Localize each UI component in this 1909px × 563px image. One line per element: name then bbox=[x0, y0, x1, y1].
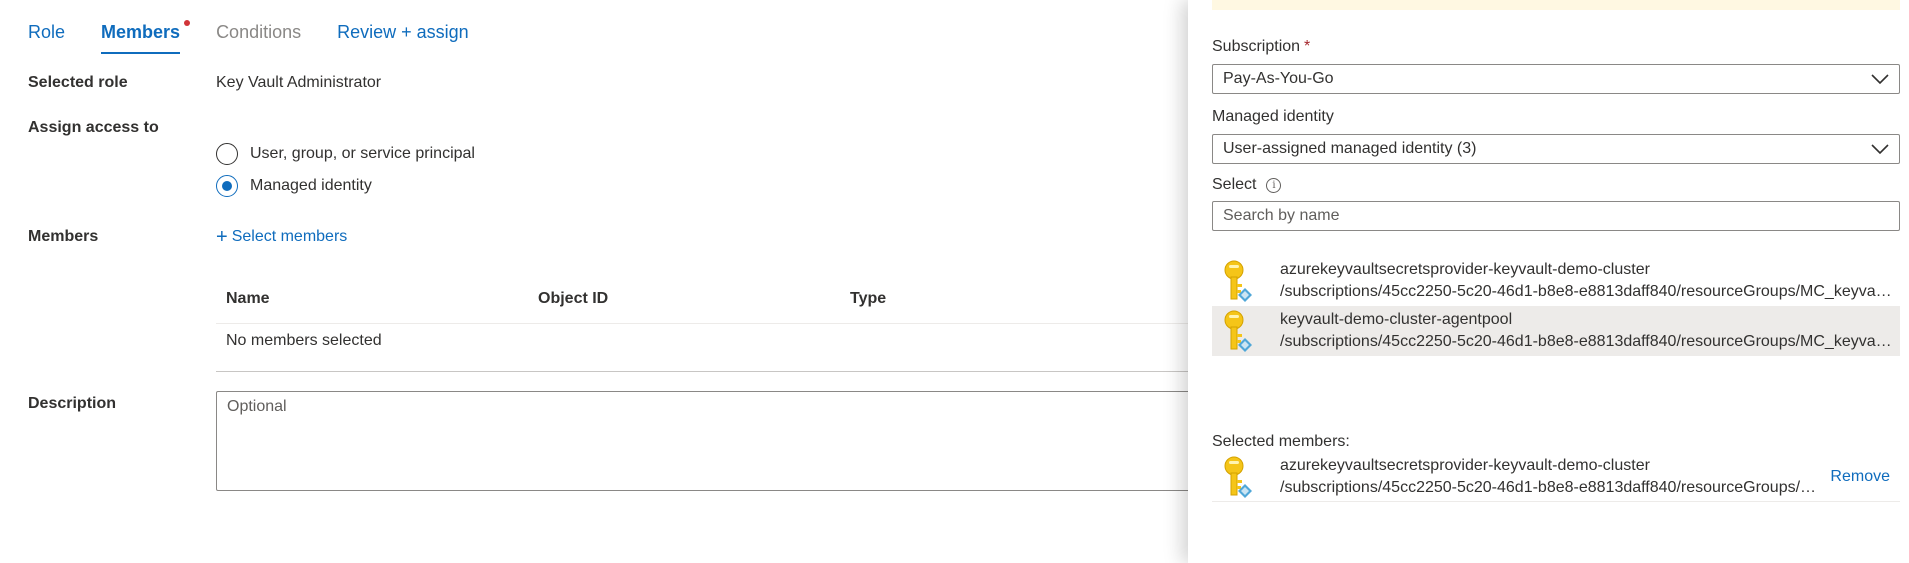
description-textarea[interactable]: Optional bbox=[216, 391, 1216, 491]
selected-member-path: /subscriptions/45cc2250-5c20-46d1-b8e8-e… bbox=[1280, 479, 1825, 496]
remove-button[interactable]: Remove bbox=[1830, 468, 1890, 486]
selected-role-label: Selected role bbox=[28, 74, 128, 91]
info-banner bbox=[1212, 0, 1900, 10]
selected-member-item: azurekeyvaultsecretsprovider-keyvault-de… bbox=[1212, 452, 1900, 502]
error-dot-icon bbox=[184, 20, 191, 26]
select-label: Select i bbox=[1212, 176, 1282, 194]
radio-unchecked-icon[interactable] bbox=[216, 143, 238, 165]
tab-members[interactable]: Members bbox=[101, 18, 191, 54]
radio-checked-icon[interactable] bbox=[216, 175, 238, 197]
managed-identity-key-icon bbox=[1224, 456, 1252, 498]
search-input[interactable] bbox=[1212, 201, 1900, 231]
column-type: Type bbox=[850, 290, 887, 307]
managed-identity-dropdown[interactable]: User-assigned managed identity (3) bbox=[1212, 134, 1900, 164]
managed-identity-key-icon bbox=[1224, 310, 1252, 352]
select-managed-identities-panel: Subscription * Pay-As-You-Go Managed ide… bbox=[1188, 0, 1909, 563]
members-table-header: Name Object ID Type bbox=[216, 290, 1216, 324]
managed-identity-label: Managed identity bbox=[1212, 108, 1334, 125]
identity-name: keyvault-demo-cluster-agentpool bbox=[1280, 311, 1513, 328]
managed-identity-key-icon bbox=[1224, 260, 1252, 302]
column-name: Name bbox=[226, 290, 270, 307]
chevron-down-icon bbox=[1871, 144, 1889, 155]
select-label-text: Select bbox=[1212, 176, 1257, 193]
subscription-value: Pay-As-You-Go bbox=[1223, 70, 1334, 87]
identity-path: /subscriptions/45cc2250-5c20-46d1-b8e8-e… bbox=[1280, 283, 1892, 300]
table-row: No members selected bbox=[216, 324, 1216, 372]
tab-review-assign[interactable]: Review + assign bbox=[337, 18, 469, 54]
tab-conditions[interactable]: Conditions bbox=[216, 18, 301, 54]
identity-name: azurekeyvaultsecretsprovider-keyvault-de… bbox=[1280, 261, 1650, 278]
selected-member-name: azurekeyvaultsecretsprovider-keyvault-de… bbox=[1280, 457, 1650, 474]
chevron-down-icon bbox=[1871, 74, 1889, 85]
radio-managed-identity-label: Managed identity bbox=[250, 177, 372, 194]
radio-managed-identity[interactable]: Managed identity bbox=[216, 175, 372, 197]
assign-access-label: Assign access to bbox=[28, 119, 159, 136]
subscription-label-text: Subscription bbox=[1212, 38, 1301, 55]
list-item-identity[interactable]: azurekeyvaultsecretsprovider-keyvault-de… bbox=[1212, 256, 1900, 306]
radio-user-group-principal-label: User, group, or service principal bbox=[250, 145, 475, 162]
plus-icon: + bbox=[216, 226, 228, 248]
subscription-label: Subscription * bbox=[1212, 38, 1310, 56]
wizard-tabs: Role Members Conditions Review + assign bbox=[28, 18, 505, 56]
select-members-label: Select members bbox=[231, 228, 348, 245]
managed-identity-value: User-assigned managed identity (3) bbox=[1223, 140, 1477, 157]
tab-role[interactable]: Role bbox=[28, 18, 65, 54]
selected-role-value: Key Vault Administrator bbox=[216, 74, 382, 91]
info-icon[interactable]: i bbox=[1266, 177, 1282, 193]
list-item-identity[interactable]: keyvault-demo-cluster-agentpool /subscri… bbox=[1212, 306, 1900, 356]
tab-members-label: Members bbox=[101, 22, 181, 42]
select-members-link[interactable]: + Select members bbox=[216, 226, 348, 248]
identity-path: /subscriptions/45cc2250-5c20-46d1-b8e8-e… bbox=[1280, 333, 1892, 350]
radio-user-group-principal[interactable]: User, group, or service principal bbox=[216, 143, 475, 165]
selected-members-label: Selected members: bbox=[1212, 433, 1350, 450]
column-object-id: Object ID bbox=[538, 290, 609, 307]
empty-table-message: No members selected bbox=[226, 332, 382, 349]
required-marker: * bbox=[1304, 38, 1311, 55]
subscription-dropdown[interactable]: Pay-As-You-Go bbox=[1212, 64, 1900, 94]
members-label: Members bbox=[28, 228, 99, 245]
description-label: Description bbox=[28, 395, 117, 412]
